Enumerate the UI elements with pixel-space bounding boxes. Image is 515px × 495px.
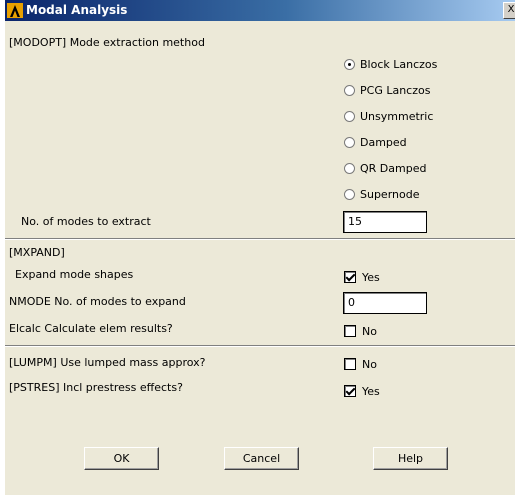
- radio-button-icon[interactable]: [344, 189, 355, 200]
- radio-qr-damped[interactable]: QR Damped: [344, 162, 426, 176]
- pstres-checkbox[interactable]: Yes: [344, 385, 380, 399]
- cancel-button[interactable]: Cancel: [224, 447, 299, 470]
- mxpand-label: [MXPAND]: [9, 246, 65, 259]
- checkbox-icon[interactable]: [344, 385, 356, 397]
- modopt-label: [MODOPT] Mode extraction method: [9, 36, 205, 49]
- radio-pcg-lanczos[interactable]: PCG Lanczos: [344, 84, 430, 98]
- expand-mode-shapes-checkbox[interactable]: Yes: [344, 271, 380, 285]
- separator: [5, 345, 515, 347]
- checkbox-icon[interactable]: [344, 325, 356, 337]
- radio-button-icon[interactable]: [344, 111, 355, 122]
- checkbox-icon[interactable]: [344, 271, 356, 283]
- title-bar[interactable]: Modal Analysis X: [5, 0, 515, 21]
- radio-block-lanczos[interactable]: Block Lanczos: [344, 58, 437, 72]
- lumpm-checkbox[interactable]: No: [344, 358, 377, 372]
- elcalc-label: Elcalc Calculate elem results?: [9, 322, 173, 335]
- lumpm-label: [LUMPM] Use lumped mass approx?: [9, 356, 206, 369]
- checkbox-icon[interactable]: [344, 358, 356, 370]
- expand-mode-shapes-label: Expand mode shapes: [15, 268, 134, 281]
- radio-button-icon[interactable]: [344, 59, 355, 70]
- ansys-logo-icon: [7, 3, 23, 18]
- radio-damped[interactable]: Damped: [344, 136, 407, 150]
- nmode-label: NMODE No. of modes to expand: [9, 295, 186, 308]
- radio-supernode[interactable]: Supernode: [344, 188, 420, 202]
- nmodes-label: No. of modes to extract: [21, 215, 151, 228]
- close-button[interactable]: X: [503, 2, 515, 19]
- modal-analysis-dialog: Modal Analysis X [MODOPT] Mode extractio…: [5, 0, 515, 495]
- help-button[interactable]: Help: [373, 447, 448, 470]
- window-title: Modal Analysis: [26, 3, 128, 17]
- separator: [5, 238, 515, 240]
- radio-button-icon[interactable]: [344, 85, 355, 96]
- radio-button-icon[interactable]: [344, 137, 355, 148]
- radio-button-icon[interactable]: [344, 163, 355, 174]
- elcalc-checkbox[interactable]: No: [344, 325, 377, 339]
- nmodes-input[interactable]: 15: [343, 211, 427, 233]
- pstres-label: [PSTRES] Incl prestress effects?: [9, 381, 183, 394]
- ok-button[interactable]: OK: [84, 447, 159, 470]
- radio-unsymmetric[interactable]: Unsymmetric: [344, 110, 433, 124]
- nmode-input[interactable]: 0: [343, 292, 427, 314]
